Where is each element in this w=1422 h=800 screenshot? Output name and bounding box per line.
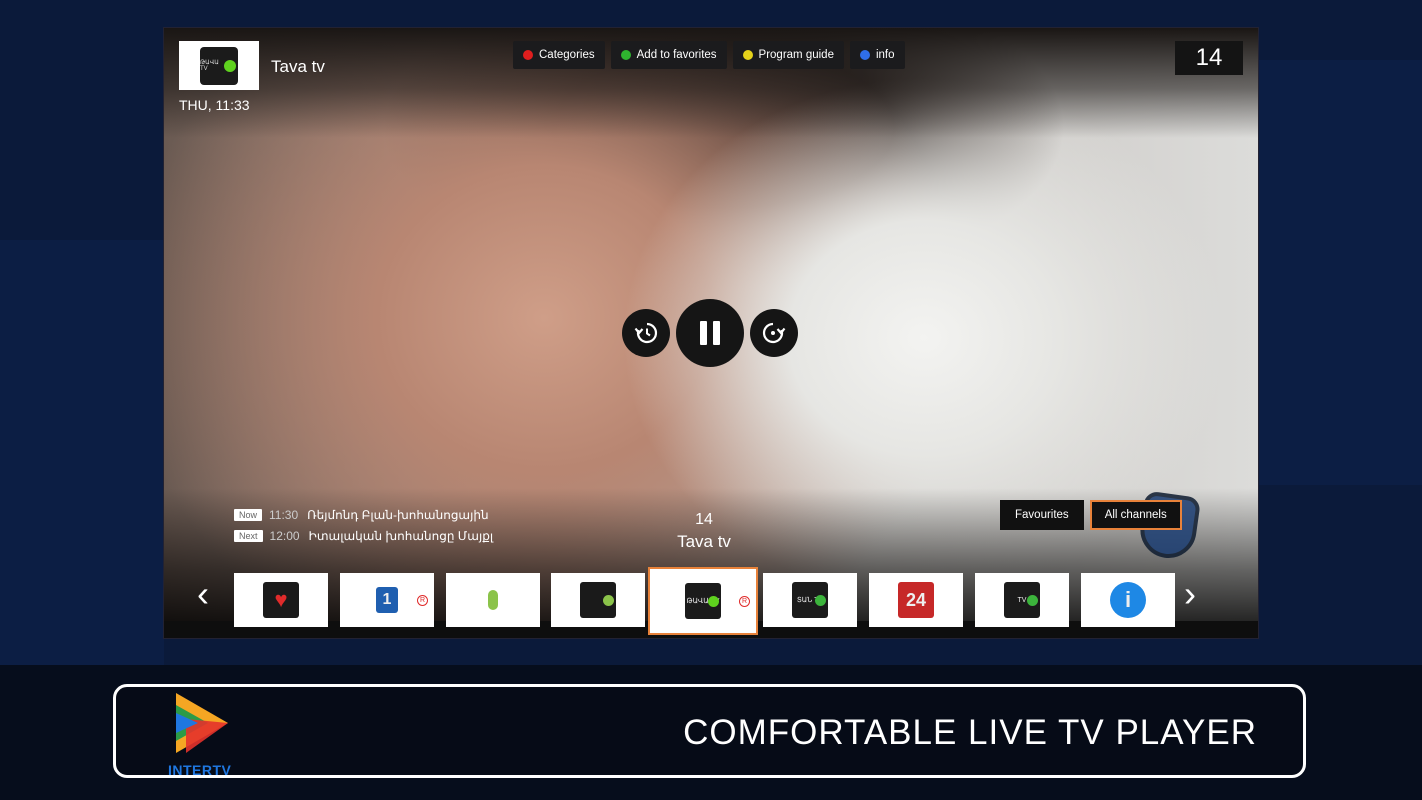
chevron-left-icon[interactable]: ‹ bbox=[197, 576, 209, 612]
channel-tile[interactable]: ԹԱՎԱ TV R bbox=[648, 567, 758, 635]
arm-channel-logo bbox=[463, 582, 523, 618]
info-button[interactable]: info bbox=[849, 41, 905, 69]
channel-tile[interactable]: 1R bbox=[340, 573, 434, 627]
arm-leaf-icon bbox=[488, 590, 498, 610]
first-channel-logo: 1 bbox=[376, 587, 398, 613]
next-title: Իտալական խոհանոցը Մայքլ bbox=[308, 528, 494, 543]
now-title: Ռեյմոնդ Բլան-խոհանոցային bbox=[307, 507, 489, 522]
current-datetime: THU, 11:33 bbox=[179, 97, 250, 113]
music-channel-logo bbox=[580, 582, 616, 618]
banner-title: COMFORTABLE LIVE TV PLAYER bbox=[683, 713, 1257, 752]
kids-tv-logo: TV bbox=[1004, 582, 1040, 618]
intertv-logo bbox=[176, 693, 228, 753]
categories-button[interactable]: Categories bbox=[513, 41, 605, 69]
tab-all-channels[interactable]: All channels bbox=[1089, 500, 1182, 530]
channel-tile[interactable]: TV bbox=[975, 573, 1069, 627]
registered-icon: R bbox=[417, 594, 428, 606]
channel-tile[interactable]: ՏԱՆ TV bbox=[763, 573, 857, 627]
add-to-favorites-button[interactable]: Add to favorites bbox=[610, 41, 727, 69]
current-channel-logo: ԹԱՎԱ TV bbox=[179, 41, 259, 90]
channel-tile[interactable]: i bbox=[1081, 573, 1175, 627]
current-channel-name: Tava tv bbox=[271, 57, 325, 76]
now-time: 11:30 bbox=[269, 507, 299, 522]
forward-icon bbox=[762, 322, 786, 344]
epg-info: Now 11:30 Ռեյմոնդ Բլան-խոհանոցային Next … bbox=[234, 504, 493, 546]
bg-panel-right bbox=[1258, 60, 1422, 485]
next-tag: Next bbox=[234, 529, 263, 542]
epg-next-row: Next 12:00 Իտալական խոհանոցը Մայքլ bbox=[234, 525, 493, 546]
heart-channel-logo: ♥ bbox=[263, 582, 299, 618]
selected-channel-number: 14 bbox=[695, 511, 713, 528]
accent-dot bbox=[815, 594, 826, 606]
bg-panel-left bbox=[0, 240, 164, 665]
channel-list-tabs: Favourites All channels bbox=[1000, 500, 1182, 530]
red-dot-icon bbox=[523, 50, 533, 60]
tab-favourites[interactable]: Favourites bbox=[1000, 500, 1084, 530]
now-tag: Now bbox=[234, 508, 263, 521]
channel-number-badge: 14 bbox=[1175, 41, 1243, 75]
armnews-24-logo: 24 bbox=[898, 582, 934, 618]
selected-channel-name: Tava tv bbox=[677, 532, 731, 551]
tava-tv-logo: ԹԱՎԱ TV bbox=[200, 46, 238, 85]
channel-tile[interactable] bbox=[551, 573, 645, 627]
promo-banner: INTERTV COMFORTABLE LIVE TV PLAYER bbox=[113, 684, 1306, 778]
tava-tv-logo: ԹԱՎԱ TV bbox=[685, 583, 721, 619]
channel-tile[interactable]: ♥ bbox=[234, 573, 328, 627]
registered-icon: R bbox=[739, 595, 750, 607]
channel-carousel: ‹ ♥ 1 R ԹԱՎԱ TV R ՏԱՆ TV 24 TV i › bbox=[164, 565, 1258, 635]
forward-button[interactable] bbox=[750, 309, 798, 357]
pause-icon bbox=[700, 321, 720, 345]
accent-dot bbox=[1027, 594, 1038, 606]
playback-controls bbox=[622, 299, 798, 367]
epg-now-row: Now 11:30 Ռեյմոնդ Բլան-խոհանոցային bbox=[234, 504, 493, 525]
blue-dot-icon bbox=[859, 50, 870, 60]
star-tv-logo: ՏԱՆ TV bbox=[792, 582, 828, 618]
program-guide-button[interactable]: Program guide bbox=[732, 41, 844, 69]
channel-tile[interactable] bbox=[446, 573, 540, 627]
info-channel-logo: i bbox=[1110, 582, 1146, 618]
replay-icon bbox=[634, 322, 658, 344]
rewind-button[interactable] bbox=[622, 309, 670, 357]
next-time: 12:00 bbox=[269, 528, 300, 543]
pause-button[interactable] bbox=[676, 299, 744, 367]
tv-player[interactable]: ԹԱՎԱ TV Tava tv THU, 11:33 Categories Ad… bbox=[164, 28, 1258, 638]
accent-dot bbox=[603, 594, 614, 606]
green-dot-icon bbox=[620, 50, 631, 60]
heart-icon: ♥ bbox=[274, 587, 288, 612]
accent-dot bbox=[708, 595, 719, 607]
yellow-dot-icon bbox=[742, 50, 753, 60]
chevron-right-icon[interactable]: › bbox=[1184, 576, 1196, 612]
channel-tile[interactable]: 24 bbox=[869, 573, 963, 627]
brand-name: INTERTV bbox=[168, 762, 232, 778]
top-button-bar: Categories Add to favorites Program guid… bbox=[513, 41, 905, 69]
